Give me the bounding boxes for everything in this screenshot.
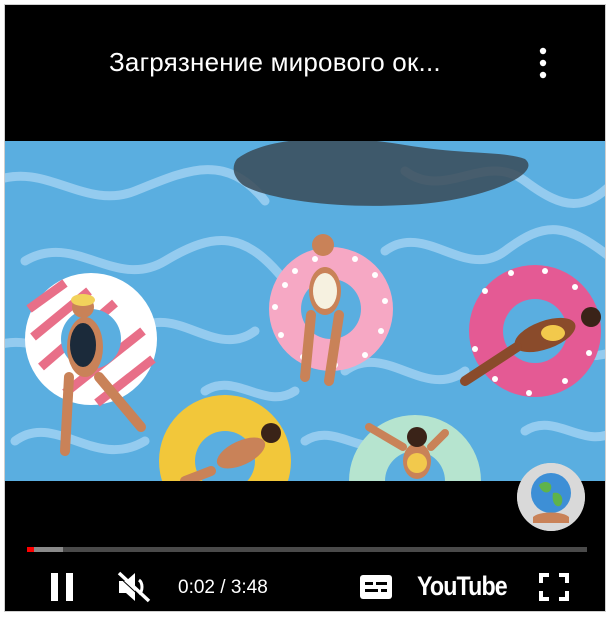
volume-muted-icon[interactable]	[115, 567, 153, 607]
player-controls: 0:02 / 3:48 YouTube	[5, 567, 605, 607]
video-title[interactable]: Загрязнение мирового ок...	[109, 47, 441, 78]
globe-avatar	[517, 463, 585, 531]
title-bar: Загрязнение мирового ок...	[5, 5, 605, 141]
time-display: 0:02 / 3:48	[178, 577, 268, 599]
channel-avatar[interactable]	[517, 463, 585, 531]
control-bar: 0:02 / 3:48 YouTube	[5, 481, 605, 611]
youtube-logo[interactable]: YouTube	[417, 571, 508, 602]
pause-icon[interactable]	[47, 567, 77, 607]
duration: 3:48	[230, 577, 268, 598]
more-vert-icon[interactable]	[533, 45, 553, 81]
subtitles-icon[interactable]	[357, 567, 395, 607]
video-frame[interactable]	[5, 141, 605, 481]
progress-bar[interactable]	[27, 547, 587, 552]
video-player[interactable]: Загрязнение мирового ок... 0:02 / 3:48 Y…	[4, 4, 606, 612]
current-time: 0:02	[178, 577, 215, 598]
progress-played	[27, 547, 34, 552]
time-separator: /	[214, 577, 231, 598]
fullscreen-icon[interactable]	[535, 567, 573, 607]
